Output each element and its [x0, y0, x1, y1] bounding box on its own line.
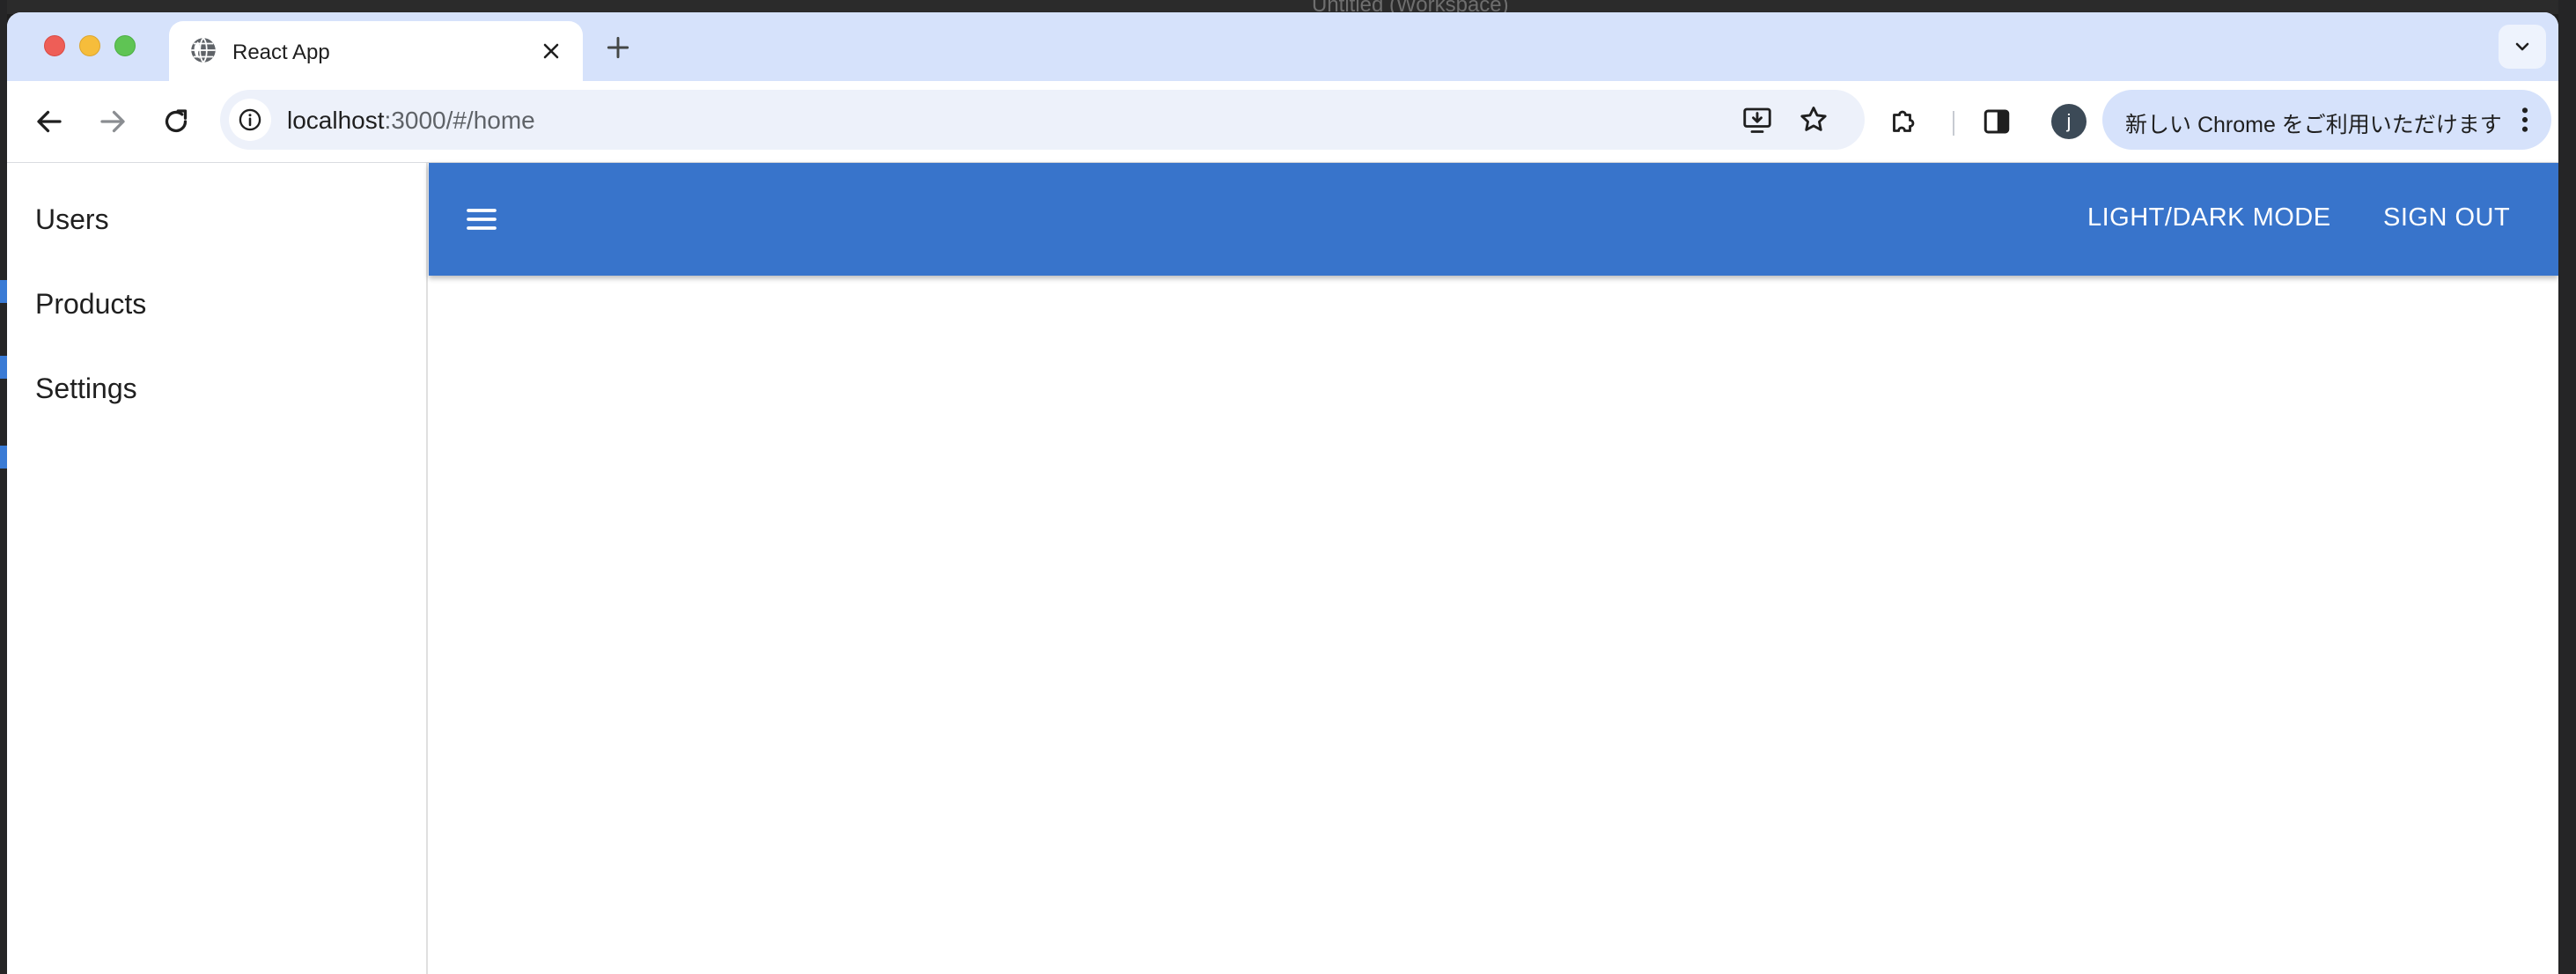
reload-icon[interactable] — [160, 106, 192, 137]
new-tab-icon[interactable] — [604, 33, 632, 62]
site-info-button[interactable] — [229, 99, 271, 141]
background-marker — [0, 280, 7, 303]
install-app-icon[interactable] — [1741, 104, 1773, 136]
light-dark-mode-button[interactable]: LIGHT/DARK MODE — [2087, 203, 2331, 232]
drawer-item-users[interactable]: Users — [35, 203, 109, 236]
tab-title: React App — [232, 41, 330, 64]
side-drawer: Users Products Settings — [7, 163, 428, 974]
url-text[interactable]: localhost:3000/#/home — [287, 107, 535, 135]
address-bar[interactable]: localhost:3000/#/home — [220, 90, 1865, 150]
url-path: :3000/#/home — [384, 107, 535, 134]
page-viewport: Users Products Settings LIGHT/DARK MODE … — [7, 163, 2558, 974]
drawer-item-settings[interactable]: Settings — [35, 373, 137, 405]
drawer-item-products[interactable]: Products — [35, 288, 146, 321]
sign-out-button[interactable]: SIGN OUT — [2383, 203, 2510, 232]
hamburger-menu-icon[interactable] — [464, 202, 499, 237]
background-marker — [0, 446, 7, 469]
side-panel-icon[interactable] — [1981, 106, 2013, 137]
chrome-update-button[interactable]: 新しい Chrome をご利用いただけます — [2102, 90, 2551, 150]
chevron-down-icon — [2515, 42, 2529, 51]
fullscreen-window-button[interactable] — [114, 35, 136, 56]
bookmark-star-icon[interactable] — [1798, 104, 1829, 136]
back-icon[interactable] — [33, 106, 65, 137]
globe-icon — [191, 37, 216, 63]
close-tab-icon[interactable] — [539, 39, 563, 63]
desktop-right-edge — [2558, 0, 2576, 974]
info-icon — [239, 108, 261, 131]
background-marker — [0, 356, 7, 379]
browser-window: React App localhost:3000/#/home j 新しい Ch… — [7, 12, 2558, 974]
forward-icon[interactable] — [97, 106, 129, 137]
tab-strip: React App — [7, 12, 2558, 83]
minimize-window-button[interactable] — [79, 35, 100, 56]
app-bar: LIGHT/DARK MODE SIGN OUT — [429, 163, 2558, 276]
profile-avatar[interactable]: j — [2051, 104, 2087, 139]
toolbar-divider — [1953, 111, 1954, 136]
more-vert-icon[interactable] — [2520, 106, 2530, 134]
browser-toolbar: localhost:3000/#/home j 新しい Chrome をご利用い… — [7, 81, 2558, 162]
tab-search-button[interactable] — [2499, 25, 2546, 69]
close-window-button[interactable] — [44, 35, 65, 56]
tab-react-app[interactable]: React App — [169, 21, 583, 83]
desktop-left-edge — [0, 0, 7, 974]
url-host: localhost — [287, 107, 385, 134]
extensions-puzzle-icon[interactable] — [1888, 106, 1919, 137]
update-label: 新しい Chrome をご利用いただけます — [2125, 113, 2502, 137]
